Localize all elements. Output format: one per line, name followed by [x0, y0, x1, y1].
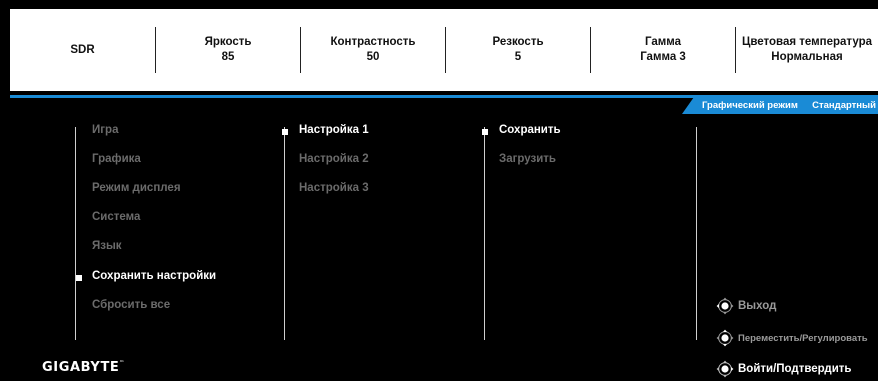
color-temp-value: Нормальная: [771, 51, 843, 63]
exit-hint-label: Выход: [738, 300, 777, 312]
contrast-label: Контрастность: [330, 36, 416, 48]
sharpness-label: Резкость: [492, 36, 544, 48]
joystick-updown-icon: [716, 329, 734, 347]
contrast-indicator: Контрастность 50: [301, 9, 445, 91]
sharpness-value: 5: [514, 51, 522, 63]
move-adjust-hint-label: Переместить/Регулировать: [738, 332, 868, 344]
logo-text: GIGABYTE: [42, 360, 120, 375]
settings-menu-line: [284, 127, 285, 340]
menu-item-setting-3[interactable]: Настройка 3: [299, 182, 369, 194]
enter-confirm-hint: Войти/Подтвердить: [716, 360, 852, 378]
picture-mode-label: Графический режим: [702, 100, 798, 111]
gigabyte-logo: GIGABYTE™: [42, 360, 125, 375]
trademark-symbol: ™: [119, 360, 126, 366]
joystick-right-icon: [716, 360, 734, 378]
info-column-line: [696, 127, 697, 340]
color-temp-indicator: Цветовая температура Нормальная: [736, 9, 878, 91]
menu-item-display-mode[interactable]: Режим дисплея: [92, 182, 181, 194]
menu-item-load[interactable]: Загрузить: [499, 153, 556, 165]
gamma-label: Гамма: [644, 36, 682, 48]
menu-item-picture[interactable]: Графика: [92, 153, 141, 165]
selection-bullet: [76, 275, 82, 281]
menu-item-game[interactable]: Игра: [92, 124, 118, 136]
status-header: SDR Яркость 85 Контрастность 50 Резкость…: [10, 9, 878, 91]
menu-item-setting-1[interactable]: Настройка 1: [299, 124, 369, 136]
menu-item-system[interactable]: Система: [92, 211, 140, 223]
gamma-indicator: Гамма Гамма 3: [591, 9, 735, 91]
main-menu-line: [75, 127, 76, 340]
menu-item-save[interactable]: Сохранить: [499, 124, 561, 136]
brightness-label: Яркость: [204, 36, 252, 48]
sharpness-indicator: Резкость 5: [446, 9, 590, 91]
color-temp-label: Цветовая температура: [741, 36, 872, 48]
picture-mode-value: Стандартный: [812, 100, 876, 111]
action-menu-line: [484, 127, 485, 340]
selection-bullet: [282, 129, 288, 135]
contrast-value: 50: [366, 51, 380, 63]
gamma-value: Гамма 3: [640, 51, 686, 63]
brightness-indicator: Яркость 85: [156, 9, 300, 91]
menu-item-setting-2[interactable]: Настройка 2: [299, 153, 369, 165]
enter-confirm-hint-label: Войти/Подтвердить: [738, 363, 852, 375]
sdr-label: SDR: [70, 43, 95, 56]
menu-item-language[interactable]: Язык: [92, 240, 122, 252]
menu-item-save-settings[interactable]: Сохранить настройки: [92, 270, 216, 282]
sdr-indicator: SDR: [10, 9, 155, 91]
move-adjust-hint: Переместить/Регулировать: [716, 329, 868, 347]
joystick-left-icon: [716, 297, 734, 315]
brightness-value: 85: [221, 51, 235, 63]
selection-bullet: [482, 129, 488, 135]
menu-item-reset-all[interactable]: Сбросить все: [92, 299, 170, 311]
exit-hint: Выход: [716, 297, 776, 315]
picture-mode-tab: Графический режим Стандартный: [682, 97, 878, 114]
